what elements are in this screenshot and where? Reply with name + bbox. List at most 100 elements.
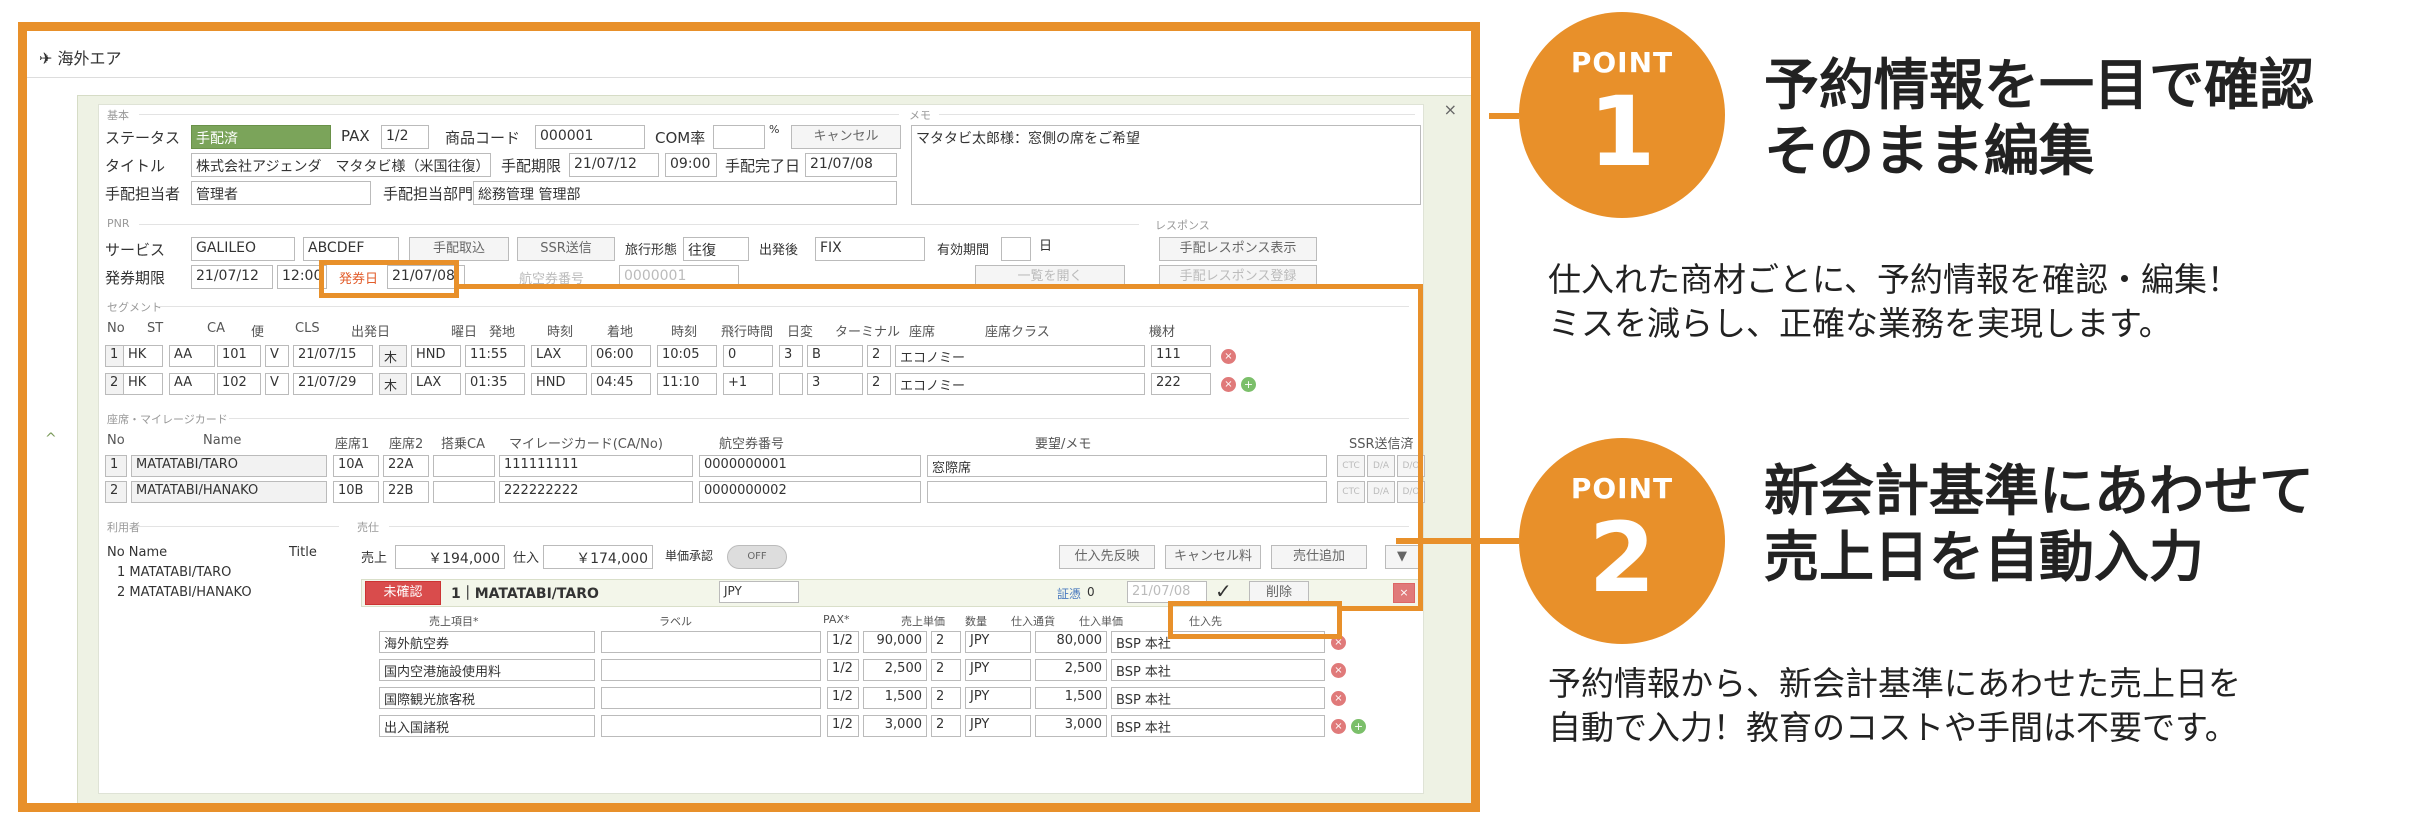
unconfirmed-badge[interactable]: 未確認 (365, 581, 441, 605)
pnr-code-input[interactable]: ABCDEF (303, 237, 399, 261)
mileage-cell[interactable]: 111111111 (499, 455, 693, 477)
segment-cell[interactable]: 11:55 (465, 345, 525, 367)
segment-cell[interactable]: 11:10 (657, 373, 717, 395)
sales-cell[interactable]: 2 (931, 659, 961, 681)
fare-select[interactable]: FIX (815, 237, 925, 261)
sales-cell[interactable]: 1/2 (827, 715, 859, 737)
mileage-cell[interactable]: 0000000001 (699, 455, 921, 477)
segment-cell[interactable]: 木 (379, 373, 407, 395)
ssr-button[interactable]: D/A (1367, 481, 1395, 503)
sales-cell[interactable]: JPY (965, 659, 1031, 681)
segment-cell[interactable]: HND (531, 373, 587, 395)
check-icon[interactable]: ✓ (1215, 579, 1232, 603)
staff-input[interactable]: 管理者 (191, 181, 371, 205)
segment-cell[interactable]: 04:45 (591, 373, 651, 395)
cancel-fee-button[interactable]: キャンセル料 (1165, 545, 1261, 569)
title-input[interactable]: 株式会社アジェンダ マタタビ様（米国往復） (191, 153, 491, 177)
segment-cell[interactable]: 3 (779, 345, 803, 367)
sales-cell[interactable]: 90,000 (863, 631, 927, 653)
ssr-button[interactable]: CTC (1337, 481, 1365, 503)
segment-cell[interactable]: 01:35 (465, 373, 525, 395)
com-input[interactable] (713, 125, 765, 149)
segment-cell[interactable]: V (265, 373, 289, 395)
supplier-reflect-button[interactable]: 仕入先反映 (1059, 545, 1155, 569)
mileage-cell[interactable]: 22A (383, 455, 429, 477)
sales-cell[interactable]: JPY (965, 631, 1031, 653)
deadline-date-input[interactable]: 21/07/12 (569, 153, 659, 177)
ssr-button[interactable]: CTC (1337, 455, 1365, 477)
sales-cell[interactable]: 2,500 (1035, 659, 1107, 681)
sales-cell[interactable]: BSP 本社 (1111, 687, 1325, 709)
segment-cell[interactable]: エコノミー (895, 345, 1145, 367)
segment-cell[interactable]: 101 (217, 345, 261, 367)
mileage-cell[interactable] (927, 481, 1327, 503)
deadline-time-input[interactable]: 09:00 (665, 153, 717, 177)
segment-cell[interactable]: V (265, 345, 289, 367)
segment-cell[interactable]: エコノミー (895, 373, 1145, 395)
mileage-cell[interactable]: 10A (333, 455, 379, 477)
sales-cell[interactable]: JPY (965, 715, 1031, 737)
sales-cell[interactable]: 国際観光旅客税 (379, 687, 595, 709)
sales-cell[interactable]: 海外航空券 (379, 631, 595, 653)
sales-cell[interactable]: 3,000 (1035, 715, 1107, 737)
segment-cell[interactable]: 3 (807, 373, 863, 395)
response-show-button[interactable]: 手配レスポンス表示 (1159, 237, 1317, 261)
sales-cell[interactable]: 1,500 (863, 687, 927, 709)
ssr-button[interactable]: D/A (1367, 455, 1395, 477)
segment-cell[interactable]: HK (123, 345, 163, 367)
segment-cell[interactable]: 0 (723, 345, 773, 367)
segment-cell[interactable]: LAX (531, 345, 587, 367)
sales-cell[interactable]: 国内空港施設使用料 (379, 659, 595, 681)
remove-passenger-icon[interactable]: × (1393, 583, 1415, 603)
remove-row-icon[interactable]: × (1221, 349, 1236, 364)
chevron-down-icon[interactable]: ▼ (1385, 545, 1419, 569)
sales-cell[interactable]: 3,000 (863, 715, 927, 737)
close-icon[interactable]: × (1444, 100, 1457, 119)
mileage-cell[interactable]: 10B (333, 481, 379, 503)
segment-cell[interactable]: 111 (1151, 345, 1211, 367)
service-select[interactable]: GALILEO (191, 237, 295, 261)
segment-cell[interactable]: HK (123, 373, 163, 395)
sales-cell[interactable] (601, 687, 821, 709)
segment-cell[interactable]: B (807, 345, 863, 367)
segment-cell[interactable]: 222 (1151, 373, 1211, 395)
trip-select[interactable]: 往復 (683, 237, 749, 261)
remove-row-icon[interactable]: × (1331, 719, 1346, 734)
add-sales-button[interactable]: 売仕追加 (1271, 545, 1367, 569)
segment-cell[interactable]: 21/07/29 (293, 373, 373, 395)
arrange-button[interactable]: 手配取込 (409, 237, 509, 261)
segment-cell[interactable]: 2 (867, 345, 891, 367)
status-select[interactable]: 手配済 (191, 125, 331, 149)
segment-cell[interactable]: AA (169, 345, 215, 367)
mileage-cell[interactable]: 窓際席 (927, 455, 1327, 477)
mileage-cell[interactable] (433, 455, 495, 477)
segment-cell[interactable]: 102 (217, 373, 261, 395)
sales-cell[interactable]: 1/2 (827, 687, 859, 709)
collapse-icon[interactable]: ^ (45, 431, 57, 447)
sales-cell[interactable] (601, 659, 821, 681)
sales-cell[interactable]: 2 (931, 631, 961, 653)
segment-cell[interactable]: 21/07/15 (293, 345, 373, 367)
currency-select[interactable]: JPY (719, 581, 799, 603)
add-row-icon[interactable]: + (1351, 719, 1366, 734)
sales-cell[interactable]: 1/2 (827, 631, 859, 653)
valid-input[interactable] (1001, 237, 1031, 261)
segment-cell[interactable]: LAX (411, 373, 461, 395)
mileage-cell[interactable]: 222222222 (499, 481, 693, 503)
ssr-send-button[interactable]: SSR送信 (517, 237, 615, 261)
sales-cell[interactable]: 2 (931, 715, 961, 737)
issue-date-input[interactable]: 21/07/12 (191, 265, 273, 289)
user-row[interactable]: 2 MATATABI/HANAKO (117, 585, 252, 600)
segment-cell[interactable] (779, 373, 803, 395)
sales-cell[interactable]: JPY (965, 687, 1031, 709)
mileage-cell[interactable] (433, 481, 495, 503)
cancel-button[interactable]: キャンセル (791, 125, 901, 149)
sales-cell[interactable]: BSP 本社 (1111, 659, 1325, 681)
approval-toggle[interactable]: OFF (727, 545, 787, 569)
segment-cell[interactable]: HND (411, 345, 461, 367)
sales-cell[interactable]: 80,000 (1035, 631, 1107, 653)
add-row-icon[interactable]: + (1241, 377, 1256, 392)
sales-cell[interactable] (601, 715, 821, 737)
segment-cell[interactable]: 10:05 (657, 345, 717, 367)
done-date-input[interactable]: 21/07/08 (805, 153, 897, 177)
